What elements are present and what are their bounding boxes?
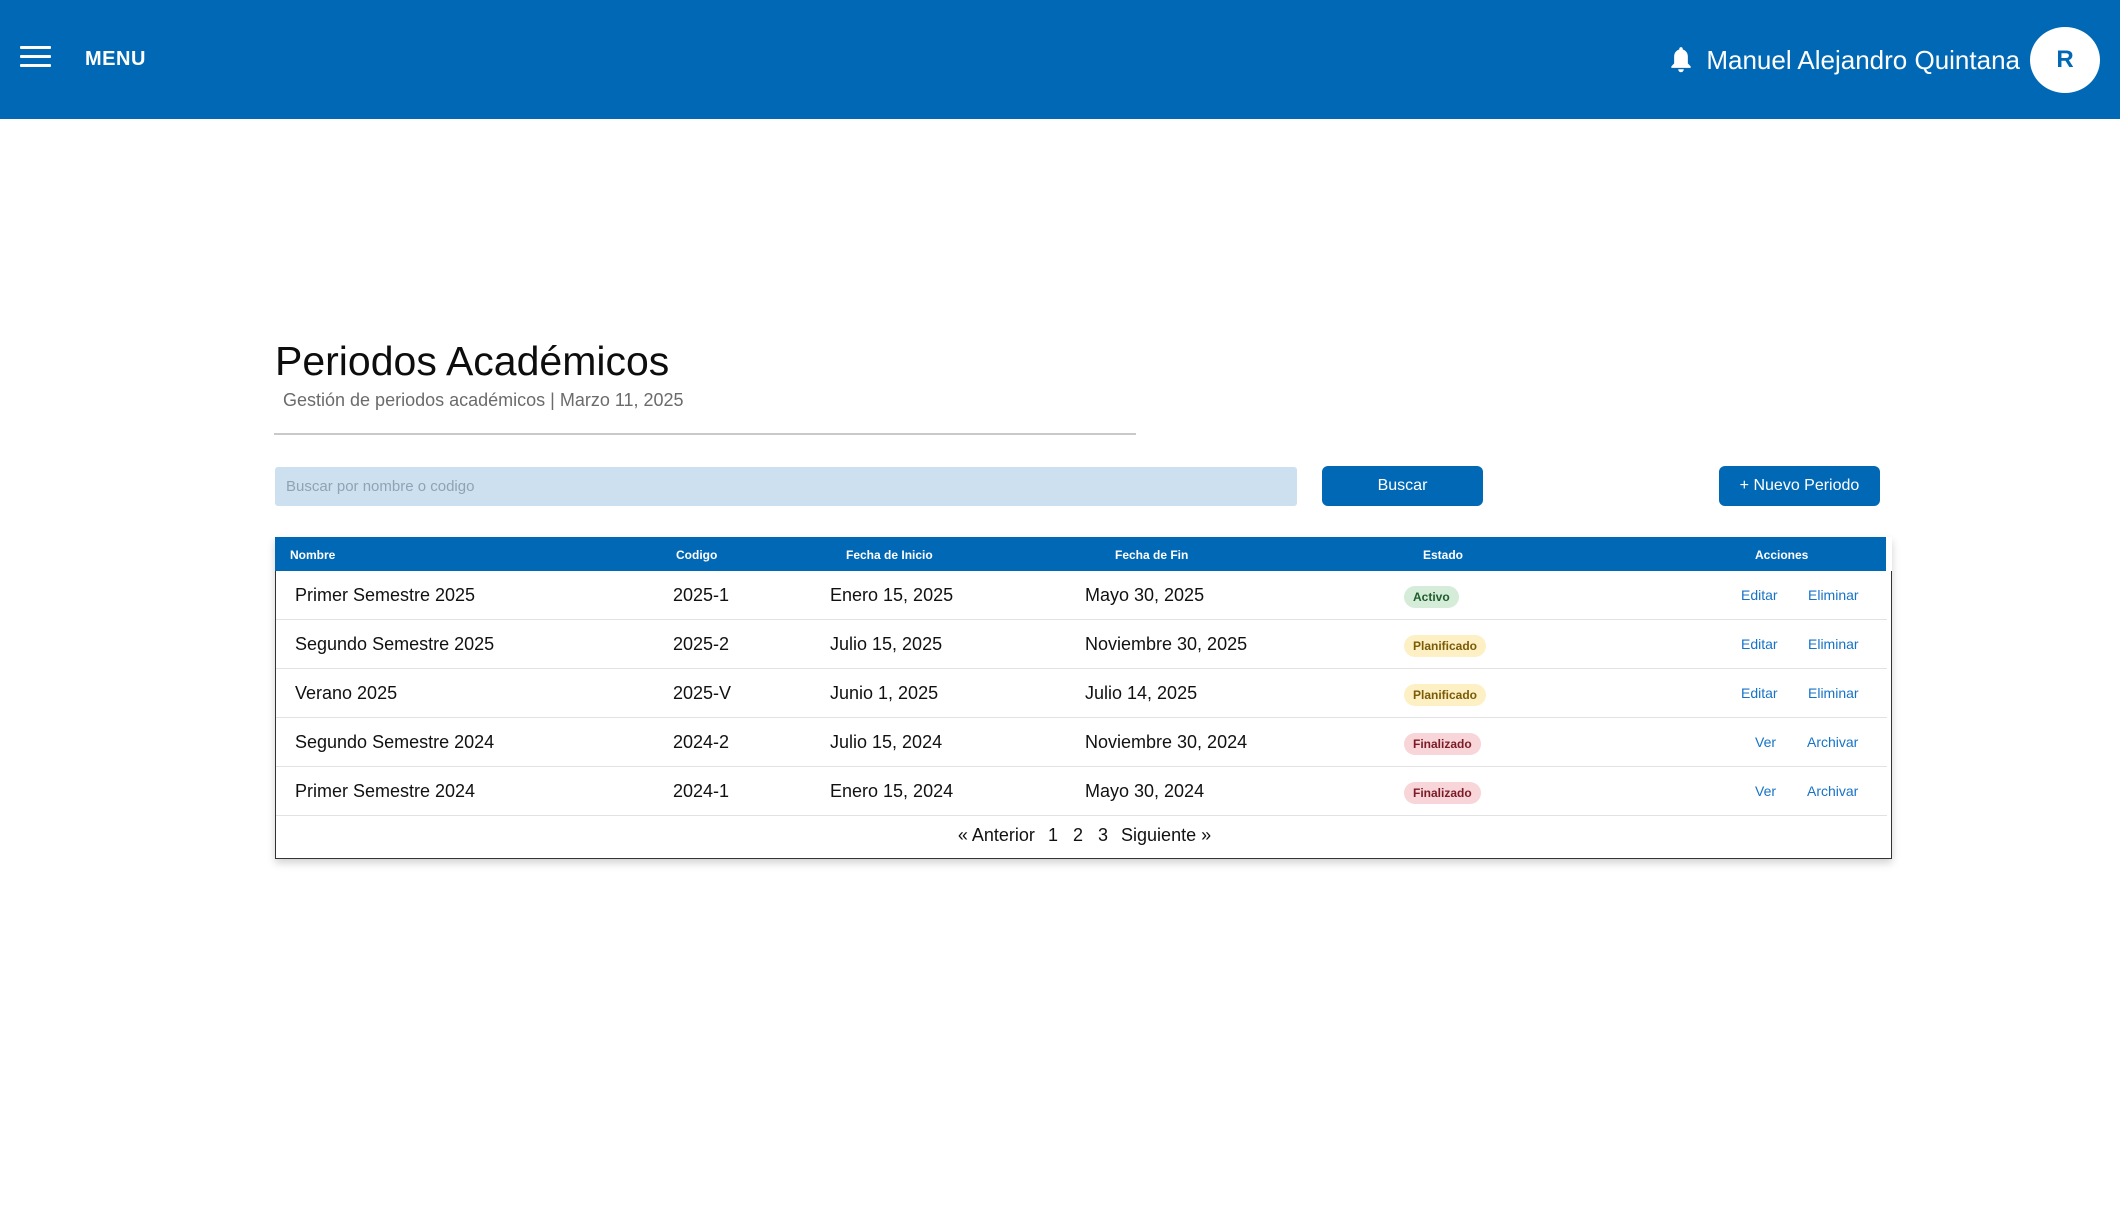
delete-link[interactable]: Eliminar (1808, 587, 1859, 603)
edit-link[interactable]: Editar (1741, 636, 1778, 652)
cell-fecha-inicio: Julio 15, 2024 (830, 732, 943, 752)
menu-icon[interactable] (20, 46, 51, 68)
column-header-codigo: Codigo (676, 548, 718, 562)
column-header-estado: Estado (1423, 548, 1464, 562)
table-row: Segundo Semestre 2024 2024-2 Julio 15, 2… (276, 718, 1887, 767)
cell-nombre: Segundo Semestre 2025 (295, 634, 495, 654)
column-header-acciones: Acciones (1755, 548, 1809, 562)
status-badge: Finalizado (1404, 782, 1481, 804)
cell-fecha-fin: Mayo 30, 2025 (1085, 585, 1205, 605)
column-header-fecha-fin: Fecha de Fin (1115, 548, 1189, 562)
pagination-prev[interactable]: « Anterior (958, 825, 1035, 845)
pagination-page-3[interactable]: 3 (1098, 825, 1108, 845)
cell-fecha-inicio: Junio 1, 2025 (830, 683, 939, 703)
cell-codigo: 2025-2 (673, 634, 730, 654)
table-body: Primer Semestre 2025 2025-1 Enero 15, 20… (275, 571, 1892, 859)
cell-codigo: 2024-2 (673, 732, 730, 752)
cell-fecha-inicio: Enero 15, 2025 (830, 585, 954, 605)
table-row: Primer Semestre 2025 2025-1 Enero 15, 20… (276, 571, 1887, 620)
pagination-next[interactable]: Siguiente » (1121, 825, 1211, 845)
cell-nombre: Segundo Semestre 2024 (295, 732, 495, 752)
table-row: Verano 2025 2025-V Junio 1, 2025 Julio 1… (276, 669, 1887, 718)
cell-fecha-inicio: Enero 15, 2024 (830, 781, 954, 801)
user-name: Manuel Alejandro Quintana (1706, 45, 2020, 75)
archive-link[interactable]: Archivar (1807, 783, 1858, 799)
cell-nombre: Primer Semestre 2024 (295, 781, 476, 801)
avatar[interactable]: R (2030, 27, 2100, 93)
table-header: Nombre Codigo Fecha de Inicio Fecha de F… (275, 537, 1886, 571)
edit-link[interactable]: Editar (1741, 685, 1778, 701)
delete-link[interactable]: Eliminar (1808, 636, 1859, 652)
view-link[interactable]: Ver (1755, 734, 1776, 750)
column-header-nombre: Nombre (290, 548, 336, 562)
cell-fecha-fin: Noviembre 30, 2025 (1085, 634, 1248, 654)
cell-fecha-inicio: Julio 15, 2025 (830, 634, 943, 654)
cell-codigo: 2025-1 (673, 585, 730, 605)
pagination: « Anterior 1 2 3 Siguiente » (276, 825, 1893, 846)
pagination-page-1[interactable]: 1 (1048, 825, 1058, 845)
status-badge: Finalizado (1404, 733, 1481, 755)
edit-link[interactable]: Editar (1741, 587, 1778, 603)
archive-link[interactable]: Archivar (1807, 734, 1858, 750)
cell-fecha-fin: Mayo 30, 2024 (1085, 781, 1205, 801)
cell-codigo: 2024-1 (673, 781, 730, 801)
cell-nombre: Primer Semestre 2025 (295, 585, 476, 605)
header-divider (274, 433, 1136, 435)
status-badge: Planificado (1404, 684, 1487, 706)
page-title: Periodos Académicos (275, 338, 670, 384)
column-header-fecha-inicio: Fecha de Inicio (846, 548, 933, 562)
cell-fecha-fin: Julio 14, 2025 (1085, 683, 1198, 703)
periods-table: Nombre Codigo Fecha de Inicio Fecha de F… (275, 537, 1892, 859)
delete-link[interactable]: Eliminar (1808, 685, 1859, 701)
view-link[interactable]: Ver (1755, 783, 1776, 799)
menu-label[interactable]: MENU (85, 48, 146, 71)
cell-codigo: 2025-V (673, 683, 732, 703)
pagination-page-2[interactable]: 2 (1073, 825, 1083, 845)
status-badge: Planificado (1404, 635, 1487, 657)
bell-icon[interactable] (1668, 45, 1694, 75)
top-navigation-bar: MENU Manuel Alejandro Quintana R (0, 0, 2120, 119)
table-row: Segundo Semestre 2025 2025-2 Julio 15, 2… (276, 620, 1887, 669)
new-period-button[interactable]: + Nuevo Periodo (1719, 466, 1880, 506)
table-row: Primer Semestre 2024 2024-1 Enero 15, 20… (276, 767, 1887, 816)
search-input[interactable] (275, 467, 1297, 506)
cell-fecha-fin: Noviembre 30, 2024 (1085, 732, 1248, 752)
status-badge: Activo (1404, 586, 1459, 608)
cell-nombre: Verano 2025 (295, 683, 398, 703)
page-subtitle: Gestión de periodos académicos | Marzo 1… (283, 390, 684, 410)
search-button[interactable]: Buscar (1322, 466, 1483, 506)
